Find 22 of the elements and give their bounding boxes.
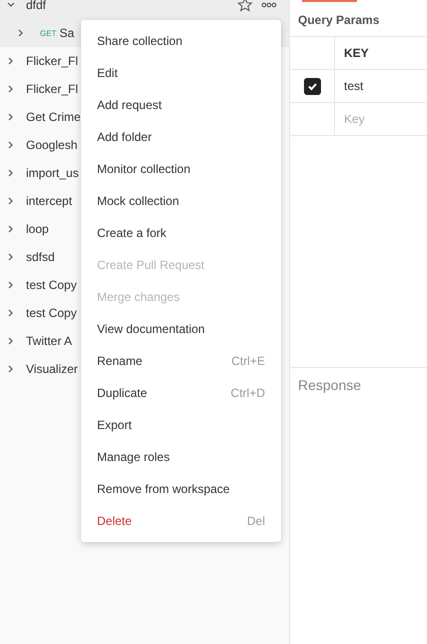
shortcut-label: Ctrl+E [231, 354, 265, 368]
collection-name: import_us [26, 166, 79, 180]
collection-name: intercept [26, 194, 72, 208]
request-name: Sa [59, 26, 74, 40]
shortcut-label: Ctrl+D [230, 386, 265, 400]
collection-name: Flicker_Fl [26, 82, 78, 96]
collection-name: Get Crime [26, 110, 81, 124]
collection-name: sdfsd [26, 250, 55, 264]
section-title: Query Params [297, 12, 380, 29]
column-header: KEY [343, 45, 369, 62]
collection-name: test Copy [26, 306, 77, 320]
shortcut-label: Del [246, 514, 265, 528]
collection-name: Visualizer [26, 362, 78, 376]
collection-name: Flicker_Fl [26, 54, 78, 68]
collection-name: Twitter A [26, 334, 72, 348]
response-title: Response [297, 376, 362, 395]
collection-name: Googlesh [26, 138, 78, 152]
table-cell-text: test [343, 78, 364, 95]
collection-name: test Copy [26, 278, 77, 292]
collection-name: loop [26, 222, 49, 236]
method-label: GET [40, 28, 56, 38]
collection-name: dfdf [26, 0, 46, 12]
